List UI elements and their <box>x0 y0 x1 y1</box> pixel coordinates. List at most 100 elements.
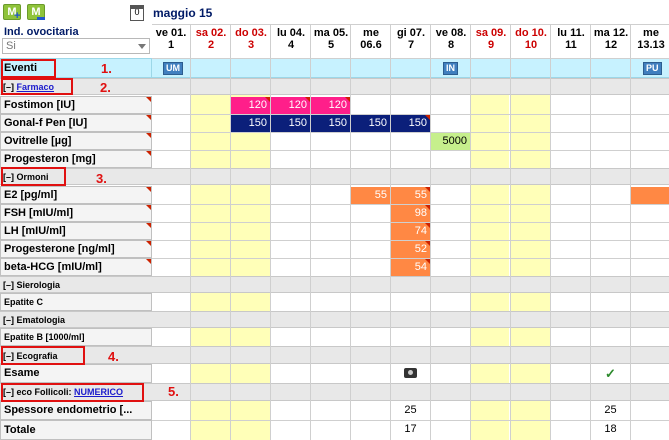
day-column-header[interactable]: do 03. 3 <box>231 27 271 51</box>
row-spessore[interactable]: Spessore endometrio [... <box>0 401 152 420</box>
gonal-cell[interactable]: 150 <box>231 115 270 132</box>
day-number: 7 <box>407 39 415 51</box>
spessore-cell[interactable]: 25 <box>591 402 630 419</box>
row-fsh[interactable]: FSH [mIU/ml] <box>0 204 152 222</box>
gonal-cell[interactable]: 150 <box>271 115 310 132</box>
row-bhcg[interactable]: beta-HCG [mIU/ml] <box>0 258 152 276</box>
row-lh[interactable]: LH [mIU/ml] <box>0 222 152 240</box>
annotation-number-3: 3. <box>96 171 107 186</box>
day-column-header[interactable]: ma 05. 5 <box>311 27 351 51</box>
month-title: maggio 15 <box>153 6 213 20</box>
grid-line-vertical <box>350 24 351 440</box>
day-column-header[interactable]: do 10. 10 <box>511 27 551 51</box>
e2-cell[interactable]: 55 <box>391 187 430 204</box>
day-column-header[interactable]: ma 12. 12 <box>591 27 631 51</box>
minus-icon <box>37 17 45 20</box>
event-badge-in[interactable]: IN <box>443 62 458 75</box>
annotation-number-2: 2. <box>100 80 111 95</box>
fostimon-cell[interactable]: 120 <box>311 97 350 114</box>
calendar-icon[interactable]: 0 <box>130 5 144 21</box>
annotation-box-5 <box>1 383 144 402</box>
row-gonal[interactable]: Gonal-f Pen [IU] <box>0 114 152 132</box>
section-ematologia[interactable]: [–] Ematologia <box>3 315 65 325</box>
ind-ovocitaria-label: Ind. ovocitaria <box>4 26 79 38</box>
event-badge-um[interactable]: UM <box>163 62 183 75</box>
grid-line-horizontal <box>152 58 669 59</box>
section-sierologia[interactable]: [–] Sierologia <box>3 280 60 290</box>
day-number: 1 <box>167 39 175 51</box>
day-name: do 10. <box>515 27 547 39</box>
day-column-header[interactable]: lu 04. 4 <box>271 27 311 51</box>
grid-line-horizontal <box>152 222 669 223</box>
e2-cell[interactable]: 55 <box>351 187 390 204</box>
event-badge-pu[interactable]: PU <box>643 62 662 75</box>
camera-icon[interactable] <box>404 368 417 378</box>
annotation-box-4 <box>1 346 85 365</box>
day-name: do 03. <box>235 27 267 39</box>
annotation-box-2 <box>1 78 73 95</box>
progesterone-cell[interactable]: 52 <box>391 241 430 258</box>
day-name: ma 12. <box>593 27 629 39</box>
grid-line-horizontal <box>152 114 669 115</box>
grid-line-vertical <box>390 24 391 440</box>
section-ematologia-band <box>0 311 669 328</box>
row-progesterone[interactable]: Progesterone [ng/ml] <box>0 240 152 258</box>
row-ovitrelle[interactable]: Ovitrelle [µg] <box>0 132 152 150</box>
day-column-header[interactable]: ve 08. 8 <box>431 27 471 51</box>
check-icon[interactable]: ✓ <box>605 366 616 382</box>
ind-ovocitaria-select[interactable]: Si <box>2 38 150 54</box>
day-number: 8 <box>447 39 455 51</box>
row-progesteron[interactable]: Progesteron [mg] <box>0 150 152 168</box>
plus-icon: + <box>14 10 21 22</box>
ovitrelle-cell[interactable]: 5000 <box>431 133 470 150</box>
day-number: 2 <box>207 39 215 51</box>
fostimon-cell[interactable]: 120 <box>231 97 270 114</box>
day-name: me <box>363 27 379 39</box>
day-name: gi 07. <box>396 27 426 39</box>
day-name: sa 02. <box>195 27 227 39</box>
day-number: 06.6 <box>360 39 382 51</box>
grid-line-vertical <box>430 24 431 440</box>
day-column-header[interactable]: sa 02. 2 <box>191 27 231 51</box>
day-number: 4 <box>287 39 295 51</box>
grid-line-vertical <box>190 24 191 440</box>
row-epatite-c[interactable]: Epatite C <box>0 293 152 311</box>
grid-line-vertical <box>470 24 471 440</box>
e2-cell-blank[interactable] <box>631 187 669 204</box>
row-e2[interactable]: E2 [pg/ml] <box>0 186 152 204</box>
day-number: 3 <box>247 39 255 51</box>
day-number: 13.13 <box>637 39 665 51</box>
grid-line-horizontal <box>152 258 669 259</box>
lh-cell[interactable]: 74 <box>391 223 430 240</box>
grid-line-vertical <box>310 24 311 440</box>
section-sierologia-band <box>0 276 669 293</box>
fsh-cell[interactable]: 98 <box>391 205 430 222</box>
totale-cell[interactable]: 17 <box>391 421 430 438</box>
grid-line-vertical <box>550 24 551 440</box>
annotation-number-4: 4. <box>108 349 119 364</box>
grid-line-horizontal <box>152 240 669 241</box>
day-column-header[interactable]: me 13.13 <box>631 27 669 51</box>
row-totale[interactable]: Totale <box>0 420 152 440</box>
day-number: 11 <box>565 39 577 51</box>
grid-line-vertical <box>590 24 591 440</box>
row-fostimon[interactable]: Fostimon [IU] <box>0 96 152 114</box>
totale-cell[interactable]: 18 <box>591 421 630 438</box>
row-esame[interactable]: Esame <box>0 364 152 383</box>
day-name: lu 11. <box>557 27 585 39</box>
gonal-cell[interactable]: 150 <box>311 115 350 132</box>
day-column-header[interactable]: me 06.6 <box>351 27 391 51</box>
gonal-cell[interactable]: 150 <box>351 115 390 132</box>
gonal-cell[interactable]: 150 <box>391 115 430 132</box>
fostimon-cell[interactable]: 120 <box>271 97 310 114</box>
grid-line-horizontal <box>152 150 669 151</box>
spessore-cell[interactable]: 25 <box>391 402 430 419</box>
day-name: ve 08. <box>435 27 467 39</box>
day-name: me <box>643 27 659 39</box>
bhcg-cell[interactable]: 54 <box>391 259 430 276</box>
day-column-header[interactable]: gi 07. 7 <box>391 27 431 51</box>
day-column-header[interactable]: ve 01. 1 <box>151 27 191 51</box>
day-column-header[interactable]: lu 11. 11 <box>551 27 591 51</box>
row-epatite-b[interactable]: Epatite B [1000/ml] <box>0 328 152 346</box>
day-column-header[interactable]: sa 09. 9 <box>471 27 511 51</box>
